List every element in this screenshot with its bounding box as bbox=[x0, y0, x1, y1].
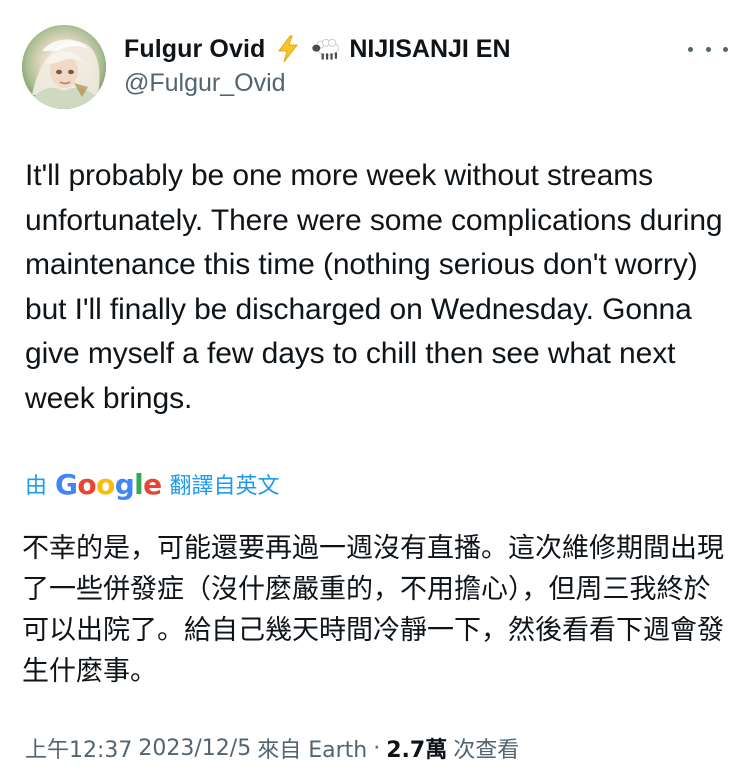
more-dot bbox=[723, 46, 728, 52]
google-wordmark: Google bbox=[55, 468, 162, 501]
translation-attribution[interactable]: 由 Google 翻譯自英文 bbox=[25, 466, 280, 502]
sheep-icon bbox=[311, 34, 341, 64]
tweet-text: It'll probably be one more week without … bbox=[25, 159, 723, 415]
google-letter: o bbox=[77, 467, 97, 501]
tweet-source: 來自 Earth bbox=[257, 738, 368, 763]
meta-separator: · bbox=[373, 735, 381, 761]
google-letter: l bbox=[134, 467, 144, 501]
tweet-date[interactable]: 2023/12/5 bbox=[138, 736, 251, 761]
affiliation-label: NIJISANJI EN bbox=[349, 34, 511, 63]
google-logo: Google bbox=[55, 468, 162, 501]
views-label: 次查看 bbox=[453, 738, 520, 763]
avatar[interactable] bbox=[22, 25, 106, 109]
more-horizontal-icon bbox=[688, 46, 693, 52]
google-letter: o bbox=[96, 467, 115, 501]
google-letter: G bbox=[55, 467, 78, 501]
google-letter: e bbox=[143, 467, 162, 501]
author-block: Fulgur Ovid NIJISANJI EN @Fulgur_Ovid bbox=[124, 31, 684, 98]
handle[interactable]: @Fulgur_Ovid bbox=[124, 69, 684, 98]
more-dot bbox=[705, 46, 711, 52]
name-row: Fulgur Ovid NIJISANJI EN bbox=[124, 31, 684, 67]
lightning-icon bbox=[273, 34, 303, 64]
translation-prefix: 由 bbox=[25, 474, 48, 499]
tweet-header: Fulgur Ovid NIJISANJI EN @Fulgur_Ovid bbox=[22, 25, 728, 109]
views-count: 2.7萬 bbox=[386, 738, 448, 763]
tweet-time[interactable]: 上午12:37 bbox=[25, 732, 132, 764]
google-letter: g bbox=[114, 467, 135, 501]
more-options-button[interactable] bbox=[688, 35, 728, 63]
display-name[interactable]: Fulgur Ovid bbox=[124, 35, 265, 64]
avatar-image bbox=[22, 25, 106, 109]
translated-text: 不幸的是，可能還要再過一週沒有直播。這次維修期間出現了一些併發症（沒什麼嚴重的，… bbox=[22, 533, 724, 687]
translation-suffix: 翻譯自英文 bbox=[169, 474, 280, 499]
tweet-meta: 上午12:37 2023/12/5 來自 Earth · 2.7萬 次查看 bbox=[25, 730, 519, 766]
